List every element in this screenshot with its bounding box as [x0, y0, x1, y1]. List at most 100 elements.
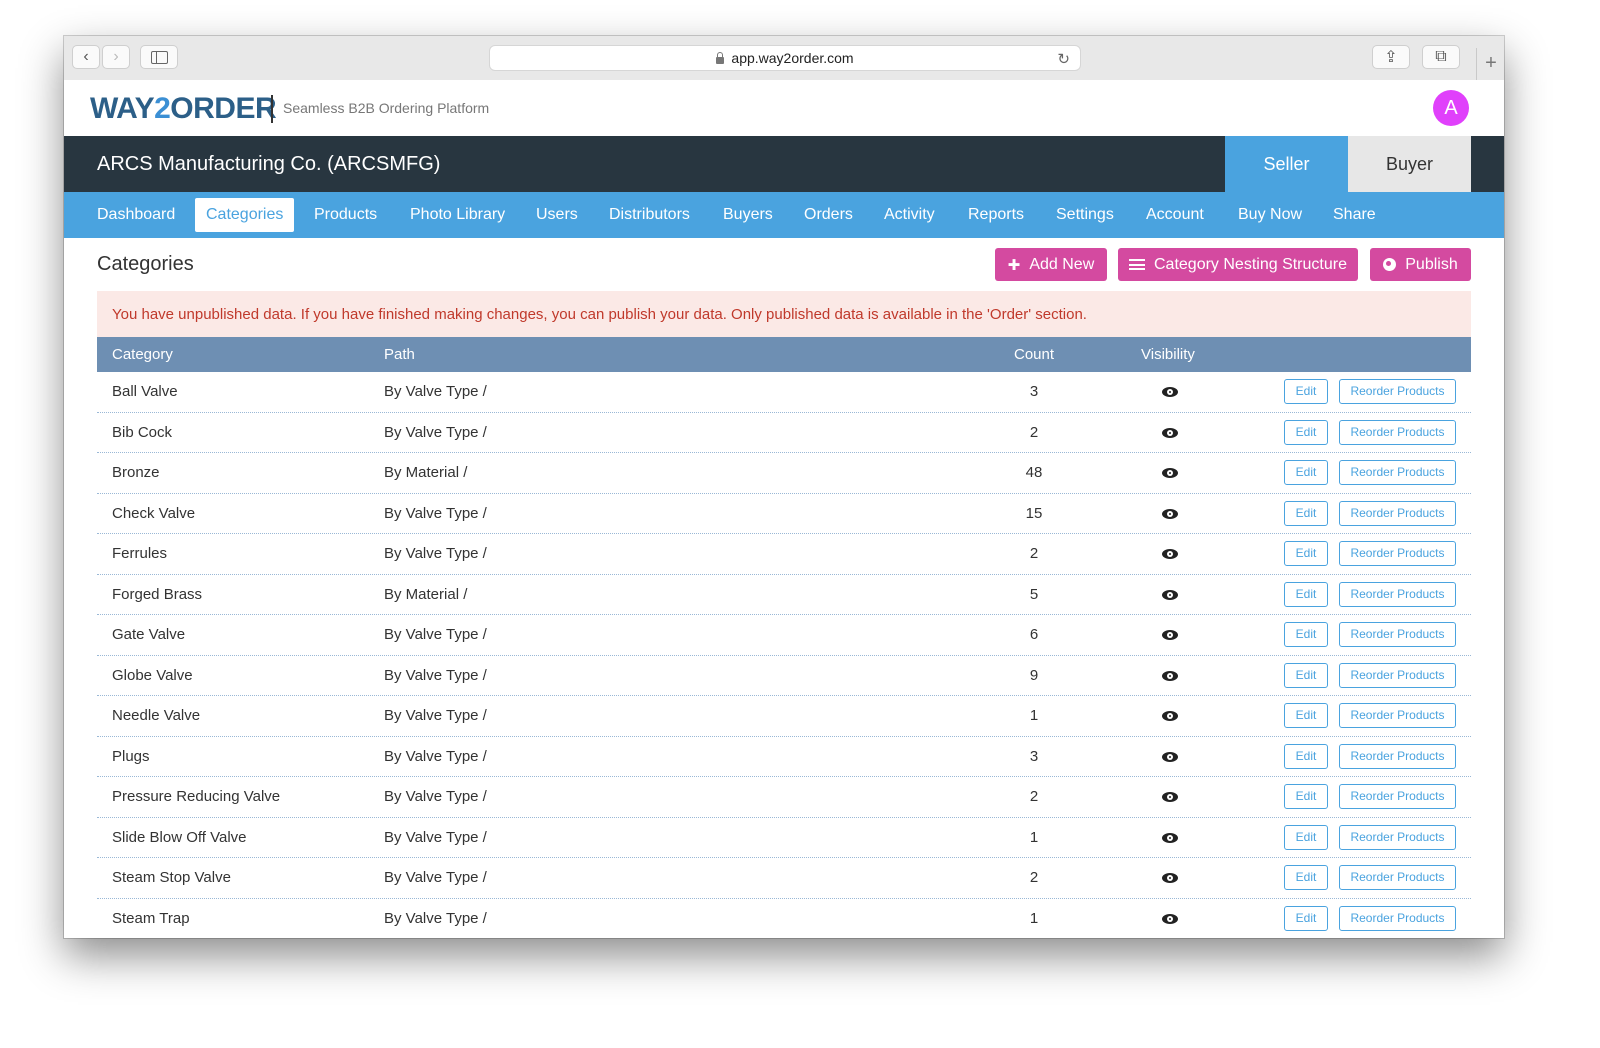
- eye-icon[interactable]: [1162, 630, 1178, 640]
- reorder-products-button[interactable]: Reorder Products: [1339, 379, 1456, 404]
- eye-icon[interactable]: [1162, 549, 1178, 559]
- nav-account[interactable]: Account: [1135, 198, 1215, 232]
- edit-button[interactable]: Edit: [1284, 622, 1328, 647]
- category-path: By Valve Type /: [384, 626, 487, 643]
- edit-button[interactable]: Edit: [1284, 500, 1328, 526]
- seller-toggle[interactable]: Seller: [1225, 136, 1348, 192]
- edit-button[interactable]: Edit: [1284, 743, 1328, 769]
- reorder-products-button[interactable]: Reorder Products: [1339, 581, 1456, 607]
- address-bar[interactable]: app.way2order.com ↻: [489, 45, 1081, 71]
- app-header: WAY2ORDER Seamless B2B Ordering Platform…: [64, 80, 1504, 136]
- header-visibility[interactable]: Visibility: [1141, 337, 1195, 372]
- reorder-products-button[interactable]: Reorder Products: [1339, 541, 1456, 566]
- nav-share[interactable]: Share: [1322, 198, 1387, 232]
- unpublished-alert: You have unpublished data. If you have f…: [97, 291, 1471, 338]
- product-count: 6: [1029, 626, 1039, 643]
- reorder-products-button[interactable]: Reorder Products: [1339, 703, 1456, 728]
- product-count: 2: [1029, 869, 1039, 886]
- eye-icon[interactable]: [1162, 508, 1178, 519]
- add-new-button[interactable]: ✚ Add New: [995, 248, 1107, 281]
- table-row: Steam Trap By Valve Type / 1 Edit Reorder Pr…: [97, 899, 1471, 939]
- eye-icon[interactable]: [1162, 589, 1178, 600]
- way2order-logo[interactable]: WAY2ORDER: [90, 92, 277, 126]
- reorder-products-button[interactable]: Reorder Products: [1339, 784, 1456, 809]
- reorder-products-button[interactable]: Reorder Products: [1339, 824, 1456, 850]
- edit-button[interactable]: Edit: [1284, 824, 1328, 850]
- nav-buy-now[interactable]: Buy Now: [1227, 198, 1313, 232]
- browser-toolbar: ‹ › app.way2order.com ↻ ⇪ ⧉ +: [64, 36, 1504, 81]
- edit-button[interactable]: Edit: [1284, 905, 1328, 931]
- publish-label: Publish: [1405, 255, 1458, 273]
- table-body: Ball Valve By Valve Type / 3 Edit Reorder Pr…: [97, 372, 1471, 938]
- header-path[interactable]: Path: [384, 337, 415, 372]
- category-name: Bib Cock: [112, 423, 173, 441]
- product-count: 2: [1029, 423, 1039, 441]
- publish-button[interactable]: Publish: [1370, 248, 1471, 281]
- edit-button[interactable]: Edit: [1284, 460, 1328, 485]
- nav-reports[interactable]: Reports: [957, 198, 1035, 232]
- edit-button[interactable]: Edit: [1284, 662, 1328, 688]
- company-name: ARCS Manufacturing Co. (ARCSMFG): [97, 153, 441, 175]
- category-name: Plugs: [112, 747, 150, 765]
- edit-button[interactable]: Edit: [1284, 703, 1328, 728]
- eye-icon[interactable]: [1162, 792, 1178, 802]
- nav-buyers[interactable]: Buyers: [712, 198, 784, 232]
- buyer-toggle[interactable]: Buyer: [1348, 136, 1471, 192]
- nav-distributors[interactable]: Distributors: [598, 198, 701, 232]
- back-icon[interactable]: ‹: [72, 45, 100, 69]
- header-category[interactable]: Category: [112, 337, 173, 372]
- new-tab-icon[interactable]: +: [1476, 48, 1504, 80]
- reload-icon[interactable]: ↻: [1057, 50, 1070, 68]
- nav-categories[interactable]: Categories: [195, 198, 295, 232]
- nav-activity[interactable]: Activity: [873, 198, 946, 232]
- category-path: By Valve Type /: [384, 545, 487, 562]
- edit-button[interactable]: Edit: [1284, 541, 1328, 566]
- reorder-products-button[interactable]: Reorder Products: [1339, 419, 1456, 445]
- product-count: 1: [1029, 828, 1039, 846]
- edit-button[interactable]: Edit: [1284, 419, 1328, 445]
- eye-icon[interactable]: [1162, 751, 1178, 762]
- sidebar-toggle-icon[interactable]: [140, 45, 178, 69]
- category-path: By Valve Type /: [384, 666, 487, 684]
- forward-icon[interactable]: ›: [102, 45, 130, 69]
- category-nesting-button[interactable]: Category Nesting Structure: [1118, 248, 1358, 281]
- nav-settings[interactable]: Settings: [1045, 198, 1125, 232]
- eye-icon[interactable]: [1162, 711, 1178, 721]
- tabs-icon[interactable]: ⧉: [1422, 45, 1460, 69]
- category-path: By Material /: [384, 585, 468, 603]
- category-name: Ferrules: [112, 545, 168, 562]
- reorder-products-button[interactable]: Reorder Products: [1339, 905, 1456, 931]
- eye-icon[interactable]: [1162, 387, 1178, 397]
- header-count[interactable]: Count: [1004, 337, 1064, 372]
- nav-orders[interactable]: Orders: [793, 198, 864, 232]
- edit-button[interactable]: Edit: [1284, 865, 1328, 890]
- share-icon[interactable]: ⇪: [1372, 45, 1410, 69]
- category-name: Steam Trap: [112, 909, 190, 927]
- reorder-products-button[interactable]: Reorder Products: [1339, 500, 1456, 526]
- reorder-products-button[interactable]: Reorder Products: [1339, 622, 1456, 647]
- eye-icon[interactable]: [1162, 670, 1178, 681]
- table-row: Needle Valve By Valve Type / 1 Edit Reorder …: [97, 696, 1471, 737]
- nav-photo-library[interactable]: Photo Library: [399, 198, 516, 232]
- reorder-products-button[interactable]: Reorder Products: [1339, 743, 1456, 769]
- eye-icon[interactable]: [1162, 832, 1178, 843]
- reorder-products-button[interactable]: Reorder Products: [1339, 460, 1456, 485]
- add-new-label: Add New: [1029, 255, 1095, 273]
- reorder-products-button[interactable]: Reorder Products: [1339, 662, 1456, 688]
- edit-button[interactable]: Edit: [1284, 784, 1328, 809]
- eye-icon[interactable]: [1162, 468, 1178, 478]
- category-path: By Valve Type /: [384, 747, 487, 765]
- edit-button[interactable]: Edit: [1284, 581, 1328, 607]
- nav-users[interactable]: Users: [525, 198, 589, 232]
- table-row: Bib Cock By Valve Type / 2 Edit Reorder Prod…: [97, 413, 1471, 453]
- nav-products[interactable]: Products: [303, 198, 388, 232]
- eye-icon[interactable]: [1162, 913, 1178, 924]
- avatar[interactable]: A: [1433, 90, 1469, 126]
- eye-icon[interactable]: [1162, 427, 1178, 438]
- edit-button[interactable]: Edit: [1284, 379, 1328, 404]
- url-text: app.way2order.com: [731, 50, 854, 66]
- browser-window: ‹ › app.way2order.com ↻ ⇪ ⧉ + WAY2ORDER …: [64, 36, 1504, 938]
- eye-icon[interactable]: [1162, 873, 1178, 883]
- nav-dashboard[interactable]: Dashboard: [86, 198, 186, 232]
- reorder-products-button[interactable]: Reorder Products: [1339, 865, 1456, 890]
